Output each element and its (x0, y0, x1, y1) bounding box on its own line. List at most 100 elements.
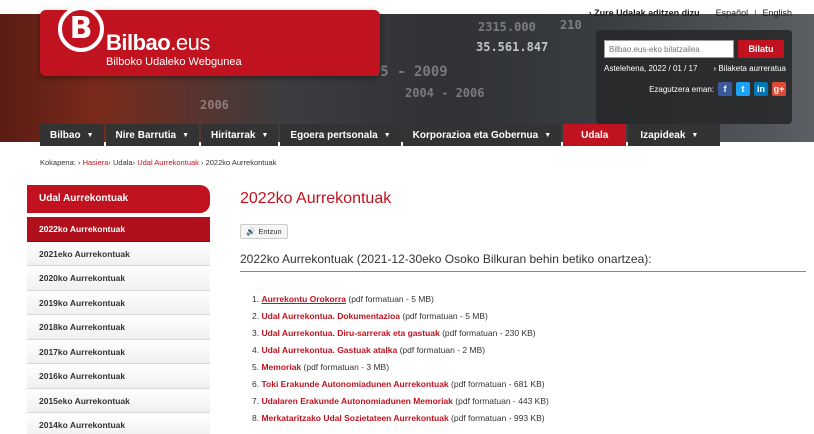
site-title-rest: .eus (170, 30, 210, 55)
chevron-down-icon: ▼ (691, 131, 699, 139)
site-title-bold: Bilbao (106, 30, 171, 55)
logo-b-icon: B (58, 6, 104, 52)
share-row: Ezagutzera eman: f t in g+ (649, 82, 786, 96)
sidebar-item-2019[interactable]: 2019ko Aurrekontuak (27, 290, 210, 315)
nav-label: Korporazioa eta Gobernua (412, 129, 539, 141)
list-item: 5. Memoriak (pdf formatuan - 3 MB) (252, 359, 549, 376)
nav-label: Udala (581, 129, 609, 141)
nav-hiritarrak[interactable]: Hiritarrak ▼ (201, 124, 279, 146)
list-item: 2. Udal Aurrekontua. Dokumentazioa (pdf … (252, 308, 549, 325)
chevron-down-icon: ▼ (383, 131, 391, 139)
doc-link[interactable]: Udal Aurrekontua. Dokumentazioa (261, 311, 400, 321)
doc-link[interactable]: Memoriak (261, 362, 301, 372)
banner-number: 2006 (200, 98, 229, 112)
section-title: 2022ko Aurrekontuak (2021-12-30eko Osoko… (240, 252, 806, 272)
sidebar-item-2014[interactable]: 2014ko Aurrekontuak (27, 413, 210, 434)
list-item: 6. Toki Erakunde Autonomiadunen Aurrekon… (252, 376, 549, 393)
chevron-down-icon: ▼ (544, 131, 552, 139)
site-subtitle: Bilboko Udaleko Webgunea (106, 56, 242, 68)
list-item: 3. Udal Aurrekontua. Diru-sarrerak eta g… (252, 325, 549, 342)
sidebar-item-2020[interactable]: 2020ko Aurrekontuak (27, 266, 210, 291)
page-title: 2022ko Aurrekontuak (240, 190, 392, 207)
breadcrumb-udala[interactable]: Udala (113, 158, 133, 167)
document-list: 1. Aurrekontu Orokorra (pdf formatuan - … (252, 291, 549, 427)
nav-nire-barrutia[interactable]: Nire Barrutia ▼ (105, 124, 200, 146)
breadcrumb-home[interactable]: Hasiera (83, 158, 109, 167)
sidebar-item-2021[interactable]: 2021eko Aurrekontuak (27, 241, 210, 266)
list-item: 1. Aurrekontu Orokorra (pdf formatuan - … (252, 291, 549, 308)
facebook-icon[interactable]: f (718, 82, 732, 96)
item-number: 6. (252, 379, 260, 389)
sidebar-item-2018[interactable]: 2018ko Aurrekontuak (27, 315, 210, 340)
doc-link[interactable]: Udal Aurrekontua. Diru-sarrerak eta gast… (261, 328, 439, 338)
nav-label: Nire Barrutia (115, 129, 177, 141)
sidebar-item-2015[interactable]: 2015eko Aurrekontuak (27, 388, 210, 413)
list-item: 7. Udalaren Erakunde Autonomiadunen Memo… (252, 393, 549, 410)
lang-es-link[interactable]: Español (716, 8, 749, 18)
lang-separator: | (754, 8, 757, 18)
sidebar-header[interactable]: Udal Aurrekontuak (27, 185, 210, 213)
breadcrumb-aurrekontuak[interactable]: Udal Aurrekontuak (137, 158, 199, 167)
chevron-down-icon: ▼ (182, 131, 190, 139)
nav-label: Egoera pertsonala (290, 129, 378, 141)
nav-udala[interactable]: Udala (563, 124, 627, 146)
site-logo[interactable]: B Bilbao.eus Bilboko Udaleko Webgunea (40, 6, 380, 76)
doc-link[interactable]: Udal Aurrekontua. Gastuak atalka (261, 345, 397, 355)
search-button[interactable]: Bilatu (738, 40, 784, 58)
item-number: 8. (252, 413, 260, 423)
breadcrumb-prefix: Kokapena: (40, 158, 76, 167)
chevron-down-icon: ▼ (86, 131, 94, 139)
sidebar-item-2016[interactable]: 2016ko Aurrekontuak (27, 364, 210, 389)
doc-link[interactable]: Merkataritzako Udal Sozietateen Aurrekon… (261, 413, 448, 423)
banner-number: 2004 - 2006 (405, 86, 485, 100)
main-content: 2022ko Aurrekontuak 🔊 Entzun 2022ko Aurr… (240, 190, 806, 423)
breadcrumb-sep: › (201, 158, 204, 167)
item-number: 7. (252, 396, 260, 406)
doc-info: (pdf formatuan - 681 KB) (448, 379, 545, 389)
top-links: › Zure Udalak aditzen dizu Español | Eng… (589, 8, 792, 18)
list-item: 4. Udal Aurrekontua. Gastuak atalka (pdf… (252, 342, 549, 359)
twitter-icon[interactable]: t (736, 82, 750, 96)
sidebar-item-2022[interactable]: 2022ko Aurrekontuak (27, 217, 210, 242)
speaker-icon: 🔊 (246, 227, 256, 236)
nav-label: Bilbao (50, 129, 81, 141)
share-label: Ezagutzera eman: (649, 84, 714, 94)
nav-egoera-pertsonala[interactable]: Egoera pertsonala ▼ (280, 124, 401, 146)
googleplus-icon[interactable]: g+ (772, 82, 786, 96)
nav-izapideak[interactable]: Izapideak ▼ (628, 124, 721, 146)
breadcrumb-sep: › (77, 158, 81, 167)
breadcrumb-sep: › (108, 158, 111, 167)
nav-korporazioa[interactable]: Korporazioa eta Gobernua ▼ (402, 124, 562, 146)
site-title: Bilbao.eus (106, 30, 210, 56)
banner-number: 2315.000 (478, 20, 536, 34)
breadcrumb: Kokapena: › Hasiera› Udala› Udal Aurreko… (40, 158, 276, 167)
nav-label: Hiritarrak (211, 129, 256, 141)
udalak-link[interactable]: › Zure Udalak aditzen dizu (589, 8, 700, 18)
date-text: Astelehena, 2022 / 01 / 17 (604, 64, 698, 73)
doc-info: (pdf formatuan - 5 MB) (346, 294, 434, 304)
item-number: 4. (252, 345, 260, 355)
item-number: 2. (252, 311, 260, 321)
doc-link[interactable]: Udalaren Erakunde Autonomiadunen Memoria… (261, 396, 452, 406)
lang-en-link[interactable]: English (762, 8, 792, 18)
search-input[interactable] (604, 40, 734, 58)
sidebar: Udal Aurrekontuak 2022ko Aurrekontuak 20… (27, 185, 210, 434)
linkedin-icon[interactable]: in (754, 82, 768, 96)
main-nav: Bilbao ▼ Nire Barrutia ▼ Hiritarrak ▼ Egoer… (40, 124, 721, 146)
doc-link[interactable]: Aurrekontu Orokorra (261, 294, 346, 304)
doc-info: (pdf formatuan - 2 MB) (397, 345, 486, 355)
header-banner: 19 35 2315.000 35.561.847 2005 - 2009 20… (0, 0, 814, 142)
doc-info: (pdf formatuan - 993 KB) (448, 413, 545, 423)
doc-link[interactable]: Toki Erakunde Autonomiadunen Aurrekontua… (261, 379, 448, 389)
doc-info: (pdf formatuan - 443 KB) (452, 396, 549, 406)
list-item: 8. Merkataritzako Udal Sozietateen Aurre… (252, 410, 549, 427)
item-number: 3. (252, 328, 260, 338)
nav-label: Izapideak (640, 129, 686, 141)
search-panel: Bilatu Astelehena, 2022 / 01 / 17 › Bila… (596, 30, 792, 124)
banner-number: 210 (560, 18, 582, 32)
advanced-search-link[interactable]: › Bilaketa aurreratua (714, 64, 786, 73)
nav-bilbao[interactable]: Bilbao ▼ (40, 124, 104, 146)
listen-button[interactable]: 🔊 Entzun (240, 224, 288, 239)
sidebar-item-2017[interactable]: 2017ko Aurrekontuak (27, 339, 210, 364)
breadcrumb-current: 2022ko Aurrekontuak (205, 158, 277, 167)
